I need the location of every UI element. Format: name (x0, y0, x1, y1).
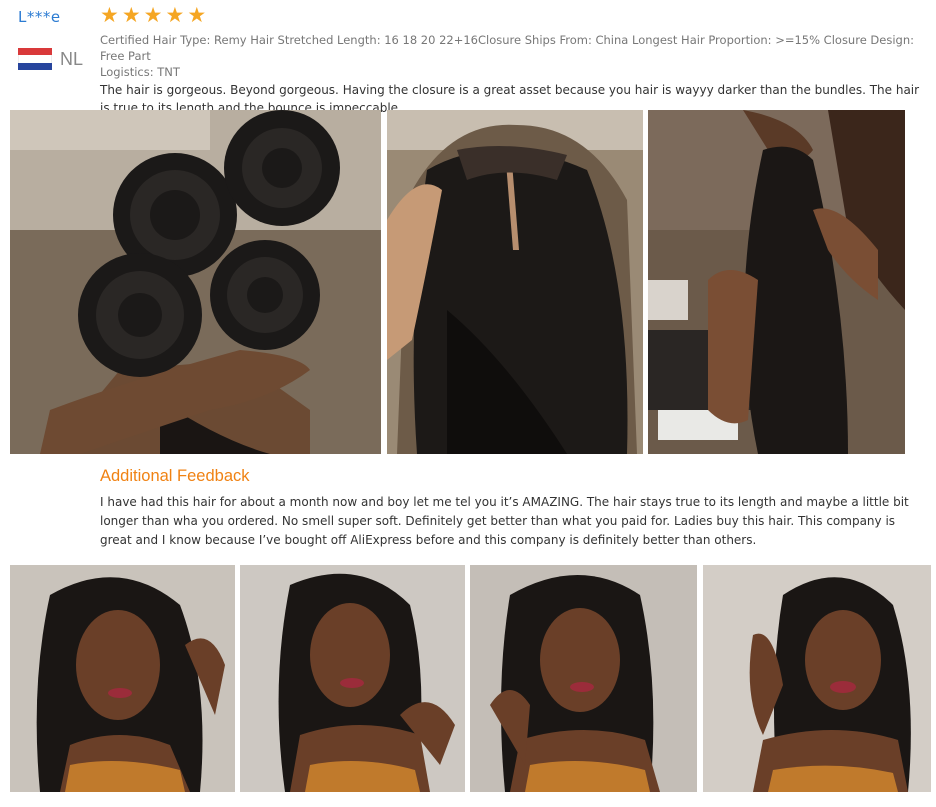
review-body: ★ ★ ★ ★ ★ Certified Hair Type: Remy Hair… (100, 4, 926, 117)
order-details: Certified Hair Type: Remy Hair Stretched… (100, 32, 926, 80)
review-photo-closure[interactable] (387, 110, 643, 454)
review-photo-straight-bundle[interactable] (648, 110, 905, 454)
star-icon: ★ (165, 3, 185, 27)
star-icon: ★ (100, 3, 119, 27)
country-code: NL (60, 48, 84, 69)
reviewer-info: L***e NL (18, 8, 96, 70)
order-details-logistics: Logistics: TNT (100, 65, 180, 79)
star-icon: ★ (187, 3, 207, 27)
feedback-photo[interactable] (470, 565, 697, 792)
reviewer-country: NL (18, 48, 83, 70)
additional-feedback-text: I have had this hair for about a month n… (100, 495, 909, 547)
star-icon: ★ (121, 3, 141, 27)
star-icon: ★ (143, 3, 163, 27)
order-details-line: Certified Hair Type: Remy Hair Stretched… (100, 33, 915, 63)
review-photo-bundles[interactable] (10, 110, 381, 454)
netherlands-flag-icon (18, 48, 52, 70)
additional-feedback-title: Additional Feedback (100, 467, 250, 485)
reviewer-name: L***e (18, 8, 61, 26)
feedback-photo[interactable] (240, 565, 465, 792)
feedback-photo[interactable] (10, 565, 235, 792)
feedback-photo[interactable] (703, 565, 931, 792)
star-rating: ★ ★ ★ ★ ★ (100, 4, 926, 26)
